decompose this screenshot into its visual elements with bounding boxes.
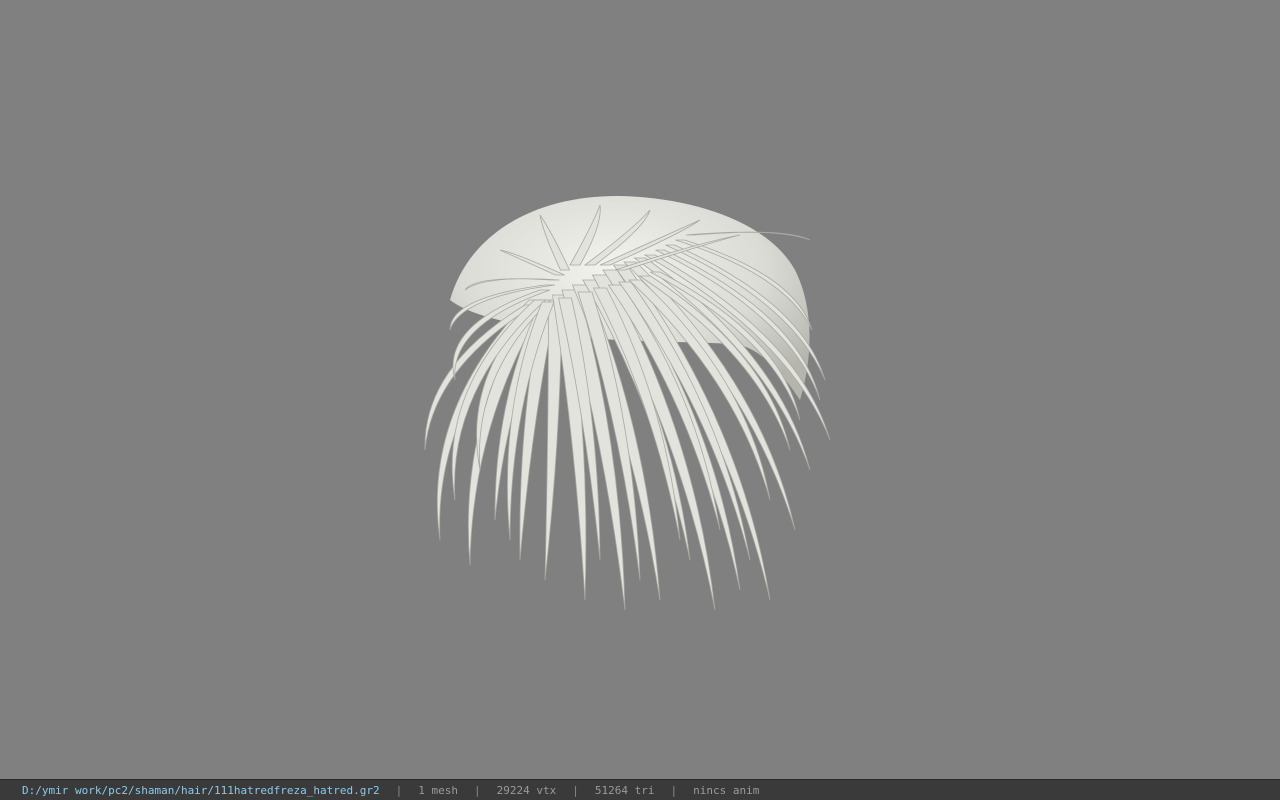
- hair-mesh: [424, 195, 831, 611]
- separator: |: [474, 783, 481, 797]
- hair-model-render[interactable]: [0, 0, 1280, 779]
- 3d-viewport[interactable]: [0, 0, 1280, 779]
- separator: |: [572, 783, 579, 797]
- vertex-count-label: 29224 vtx: [496, 783, 557, 797]
- separator: |: [395, 783, 403, 797]
- animation-status-label: nincs anim: [693, 783, 760, 797]
- triangle-count-label: 51264 tri: [594, 783, 655, 797]
- mesh-count-label: 1 mesh: [418, 783, 458, 797]
- file-path-label: D:/ymir work/pc2/shaman/hair/111hatredfr…: [22, 783, 380, 797]
- separator: |: [670, 783, 678, 797]
- status-bar: D:/ymir work/pc2/shaman/hair/111hatredfr…: [0, 779, 1280, 800]
